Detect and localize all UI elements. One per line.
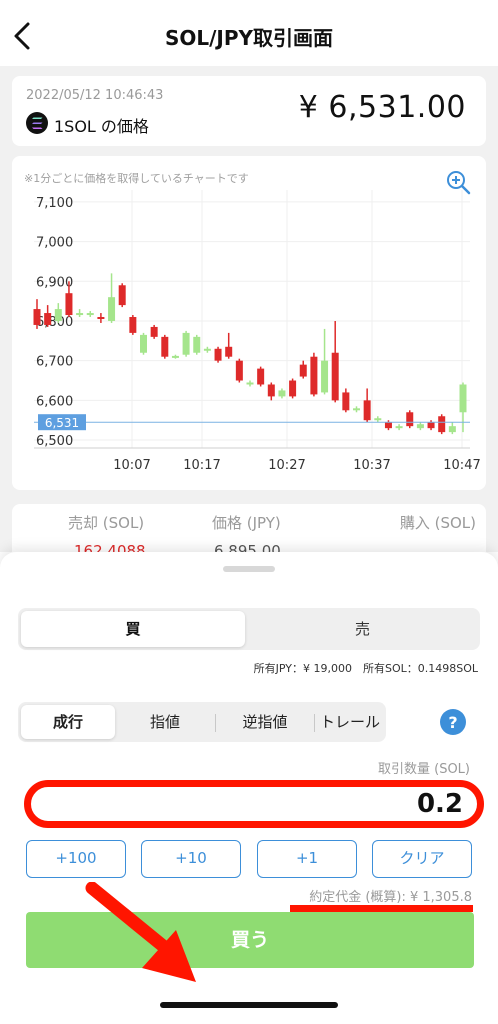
buy-sell-toggle: 買 売 <box>18 608 480 650</box>
page-title: SOL/JPY取引画面 <box>164 26 334 50</box>
clear-button[interactable]: クリア <box>372 840 472 878</box>
current-price-label: 6,531 <box>45 416 79 430</box>
solana-logo-icon <box>26 112 48 134</box>
y-tick-label: 7,100 <box>36 196 73 211</box>
holdings-info: 所有JPY：¥ 19,000 所有SOL：0.1498SOL <box>253 662 478 675</box>
x-tick-label: 10:37 <box>353 458 390 473</box>
x-tick-label: 10:27 <box>268 458 305 473</box>
home-indicator <box>160 1002 338 1008</box>
candle-body <box>33 309 41 325</box>
price-timestamp: 2022/05/12 10:46:43 <box>26 88 164 103</box>
candle-body <box>140 334 147 353</box>
candle-body <box>395 426 403 429</box>
candle-body <box>214 348 222 361</box>
help-icon[interactable]: ? <box>440 709 466 735</box>
order-type-limit[interactable]: 指値 <box>118 705 212 739</box>
candle-body <box>97 317 105 320</box>
candle-body <box>86 313 94 316</box>
candle-body <box>438 416 446 433</box>
candle-body <box>108 297 116 321</box>
current-price: ¥ 6,531.00 <box>298 90 466 125</box>
candle-body <box>289 380 297 397</box>
annotation-underline <box>290 905 473 912</box>
candle-body <box>416 424 424 429</box>
candle-body <box>353 408 360 411</box>
x-tick-label: 10:07 <box>113 458 150 473</box>
candle-body <box>384 422 392 429</box>
candle-body <box>406 412 414 427</box>
x-tick-label: 10:47 <box>443 458 480 473</box>
orderbook-header-sell: 売却 (SOL) <box>68 514 145 532</box>
order-type-market[interactable]: 成行 <box>21 705 115 739</box>
candle-body <box>129 317 137 333</box>
candle-body <box>257 368 265 385</box>
estimated-amount: 約定代金 (概算): ¥ 1,305.8 <box>309 890 472 905</box>
candlestick-chart: 7,100 7,000 6,900 6,800 6,700 6,600 6,500 10:07… <box>33 190 481 473</box>
price-label: 1SOL の価格 <box>54 117 149 136</box>
add-1-button[interactable]: +1 <box>257 840 357 878</box>
candle-body <box>54 309 62 321</box>
candle-body <box>182 332 190 355</box>
candle-body <box>44 313 52 325</box>
y-tick-label: 6,800 <box>36 315 73 330</box>
price-card: 2022/05/12 10:46:43 1SOL の価格 ¥ 6,531.00 <box>12 76 486 146</box>
tab-sell[interactable]: 売 <box>248 611 477 647</box>
candle-body <box>203 348 211 351</box>
order-type-trailing[interactable]: トレール <box>315 705 385 739</box>
candle-body <box>246 382 254 385</box>
candle-body <box>118 285 126 306</box>
candle-body <box>76 313 84 316</box>
quantity-value: 0.2 <box>416 789 463 819</box>
annotation-arrow-icon <box>85 882 196 982</box>
y-tick-label: 6,900 <box>36 275 73 290</box>
y-tick-label: 7,000 <box>36 236 73 251</box>
candle-body <box>278 390 286 397</box>
candle-body <box>310 356 318 395</box>
candle-body <box>299 364 307 377</box>
add-100-button[interactable]: +100 <box>26 840 126 878</box>
help-glyph: ? <box>448 713 457 732</box>
candle-body <box>65 293 73 316</box>
candle-body <box>427 422 435 429</box>
zoom-in-icon[interactable] <box>444 168 472 196</box>
quantity-input[interactable]: 0.2 <box>24 780 484 828</box>
orderbook-header-price: 価格 (JPY) <box>212 514 281 532</box>
candle-body <box>171 355 179 358</box>
candle-body <box>267 384 275 397</box>
candle-body <box>161 336 169 357</box>
candle-body <box>459 384 467 413</box>
candle-body <box>374 418 382 421</box>
candle-body <box>235 360 243 381</box>
sheet-drag-handle[interactable] <box>223 566 275 572</box>
x-tick-label: 10:17 <box>183 458 220 473</box>
quantity-label: 取引数量 (SOL) <box>377 762 470 777</box>
top-bar: SOL/JPY取引画面 <box>0 0 498 70</box>
y-tick-label: 6,500 <box>36 434 73 449</box>
orderbook-header-buy: 購入 (SOL) <box>399 514 476 532</box>
order-type-tabs: 成行 指値 逆指値 トレール <box>18 702 386 742</box>
candle-body <box>331 352 339 401</box>
candle-body <box>342 392 350 411</box>
add-10-button[interactable]: +10 <box>141 840 241 878</box>
candle-body <box>448 426 456 433</box>
candle-body <box>363 400 371 421</box>
order-type-stop[interactable]: 逆指値 <box>216 705 314 739</box>
candle-body <box>321 360 329 393</box>
chart-card: 7,100 7,000 6,900 6,800 6,700 6,600 6,500 10:07… <box>12 156 486 490</box>
candle-body <box>225 346 233 357</box>
tab-buy[interactable]: 買 <box>21 611 245 647</box>
y-tick-label: 6,600 <box>36 394 73 409</box>
chart-note: ※1分ごとに価格を取得しているチャートです <box>24 172 249 185</box>
trade-sheet: 買 売 所有JPY：¥ 19,000 所有SOL：0.1498SOL 成行 指値… <box>0 552 498 1024</box>
y-tick-label: 6,700 <box>36 355 73 370</box>
candle-body <box>193 336 201 353</box>
candle-body <box>150 326 158 337</box>
